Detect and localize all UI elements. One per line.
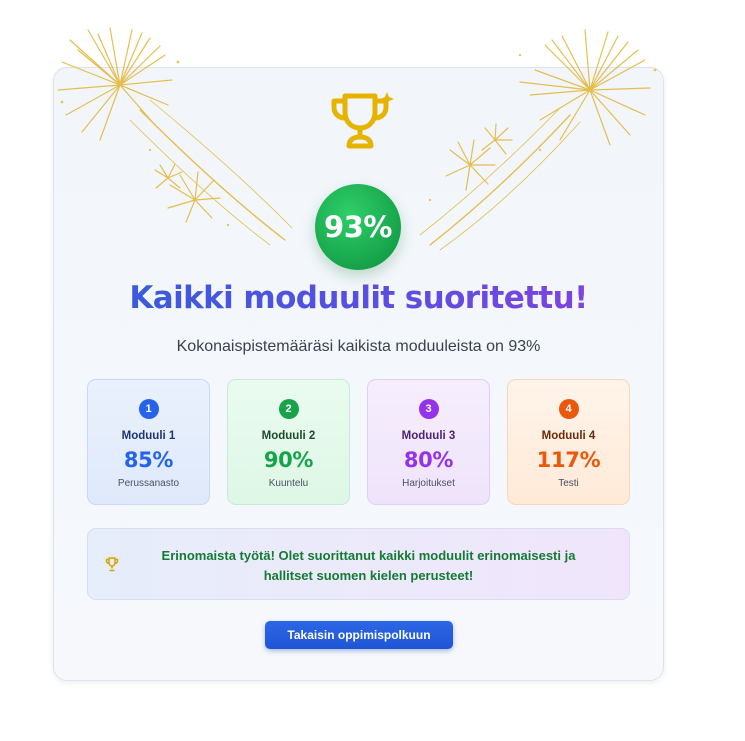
module-results: 1 Moduuli 1 85% Perussanasto 2 Moduuli 2… (87, 379, 631, 505)
module-number-badge: 4 (558, 399, 579, 419)
total-score-value: 93% (324, 210, 392, 244)
module-name: Moduuli 2 (261, 430, 316, 442)
module-score: 117% (536, 448, 601, 472)
module-number-badge: 2 (278, 399, 299, 419)
module-number-badge: 3 (418, 399, 439, 419)
total-score-badge: 93% (315, 184, 401, 270)
module-name: Moduuli 4 (541, 430, 596, 442)
page-title: Kaikki moduulit suoritettu! (53, 280, 664, 316)
message-text: Erinomaista työtä! Olet suorittanut kaik… (161, 548, 576, 583)
module-card-1: 1 Moduuli 1 85% Perussanasto (87, 379, 210, 505)
module-card-3: 3 Moduuli 3 80% Harjoitukset (367, 379, 490, 505)
page-subtitle: Kokonaispistemääräsi kaikista moduuleist… (176, 338, 541, 355)
congratulations-message: Erinomaista työtä! Olet suorittanut kaik… (87, 528, 630, 600)
module-description: Kuuntelu (268, 478, 309, 489)
module-number-badge: 1 (138, 399, 159, 419)
module-description: Perussanasto (117, 478, 180, 489)
trophy-icon (105, 557, 119, 572)
module-score: 85% (123, 448, 174, 472)
module-description: Testi (558, 478, 579, 489)
module-card-2: 2 Moduuli 2 90% Kuuntelu (227, 379, 350, 505)
completion-screen: 93% Kaikki moduulit suoritettu! Kokonais… (0, 0, 745, 741)
module-description: Harjoitukset (402, 478, 455, 489)
module-score: 90% (263, 448, 314, 472)
trophy-icon (331, 92, 394, 149)
module-score: 80% (403, 448, 454, 472)
back-to-learning-path-button[interactable]: Takaisin oppimispolkuun (265, 621, 453, 649)
module-card-4: 4 Moduuli 4 117% Testi (507, 379, 630, 505)
module-name: Moduuli 1 (121, 430, 176, 442)
module-name: Moduuli 3 (401, 430, 456, 442)
